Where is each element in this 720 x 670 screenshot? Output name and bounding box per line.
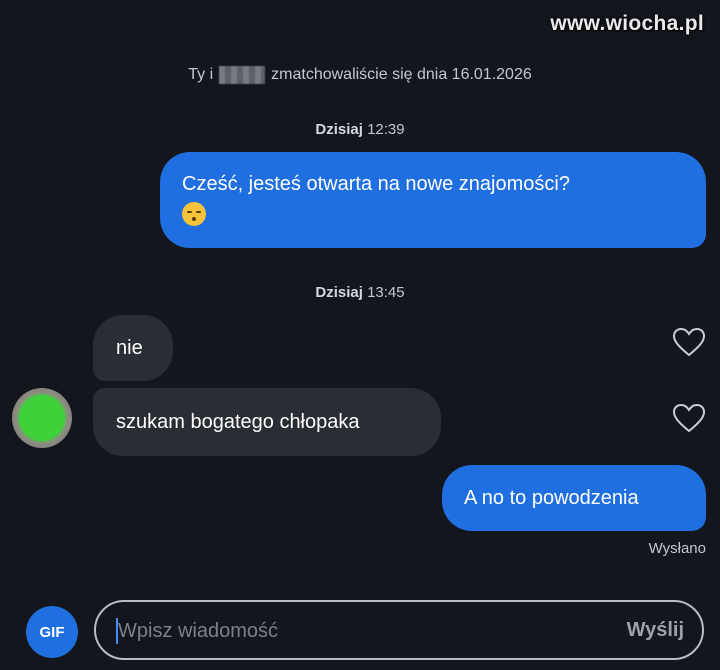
message-text: Cześć, jesteś otwarta na nowe znajomości… xyxy=(182,173,570,195)
message-input-placeholder: Wpisz wiadomość xyxy=(118,620,279,642)
match-info: Ty i zmatchowaliście się dnia 16.01.2026 xyxy=(0,66,720,84)
message-text: szukam bogatego chłopaka xyxy=(116,411,360,433)
match-prefix: Ty i xyxy=(188,66,214,83)
sent-status: Wysłano xyxy=(648,540,706,557)
message-text: A no to powodzenia xyxy=(464,487,639,509)
watermark: www.wiocha.pl xyxy=(550,12,704,35)
timestamp-time: 13:45 xyxy=(367,284,405,301)
message-text: nie xyxy=(116,337,143,359)
timestamp-1: Dzisiaj 12:39 xyxy=(0,121,720,138)
heart-outline-icon[interactable] xyxy=(672,327,706,357)
avatar[interactable] xyxy=(12,388,72,448)
timestamp-2: Dzisiaj 13:45 xyxy=(0,284,720,301)
message-input[interactable]: Wpisz wiadomość Wyślij xyxy=(94,600,704,660)
incoming-message[interactable]: szukam bogatego chłopaka xyxy=(93,388,441,456)
redacted-name xyxy=(219,66,266,84)
heart-outline-icon[interactable] xyxy=(672,403,706,433)
outgoing-message[interactable]: A no to powodzenia xyxy=(442,465,706,531)
timestamp-time: 12:39 xyxy=(367,121,405,138)
outgoing-message[interactable]: Cześć, jesteś otwarta na nowe znajomości… xyxy=(160,152,706,248)
incoming-message[interactable]: nie xyxy=(93,315,173,381)
send-button[interactable]: Wyślij xyxy=(627,619,684,642)
match-suffix: zmatchowaliście się dnia 16.01.2026 xyxy=(271,66,532,83)
timestamp-day: Dzisiaj xyxy=(315,284,363,301)
kissing-face-emoji xyxy=(182,201,206,226)
timestamp-day: Dzisiaj xyxy=(315,121,363,138)
gif-button[interactable]: GIF xyxy=(26,606,78,658)
